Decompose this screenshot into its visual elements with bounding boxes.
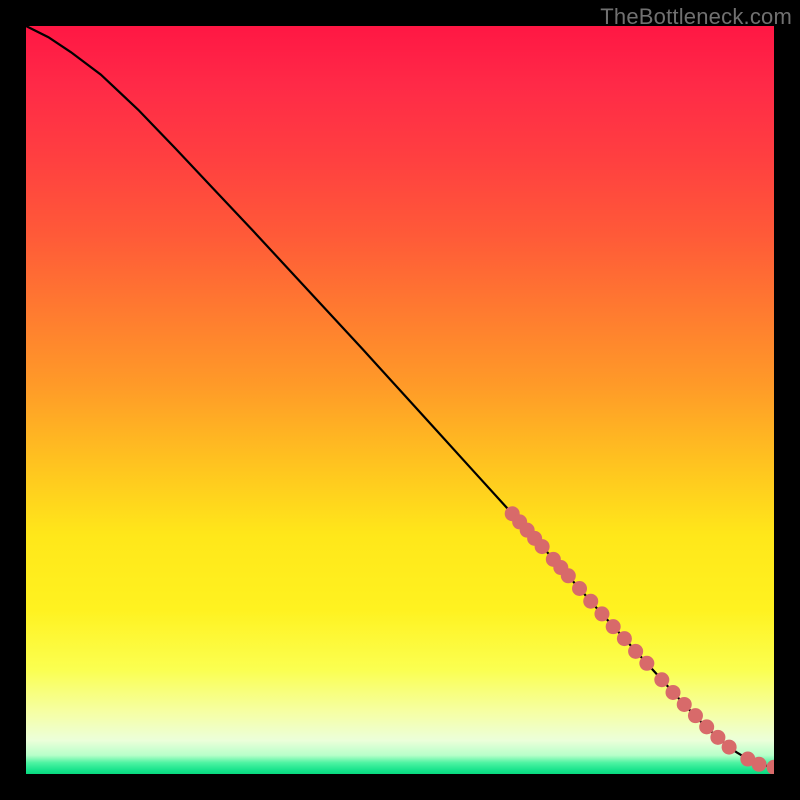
data-marker bbox=[561, 568, 576, 583]
data-marker bbox=[606, 619, 621, 634]
chart-stage: TheBottleneck.com bbox=[0, 0, 800, 800]
data-marker bbox=[752, 757, 767, 772]
data-marker bbox=[572, 581, 587, 596]
chart-svg bbox=[26, 26, 774, 774]
data-marker bbox=[617, 631, 632, 646]
data-marker bbox=[535, 539, 550, 554]
data-marker bbox=[639, 656, 654, 671]
data-marker bbox=[722, 740, 737, 755]
data-marker bbox=[677, 697, 692, 712]
data-marker bbox=[688, 708, 703, 723]
data-marker bbox=[699, 719, 714, 734]
data-marker bbox=[654, 672, 669, 687]
plot-area bbox=[26, 26, 774, 774]
gradient-background bbox=[26, 26, 774, 774]
data-marker bbox=[594, 606, 609, 621]
data-marker bbox=[666, 685, 681, 700]
data-marker bbox=[583, 594, 598, 609]
data-marker bbox=[628, 644, 643, 659]
